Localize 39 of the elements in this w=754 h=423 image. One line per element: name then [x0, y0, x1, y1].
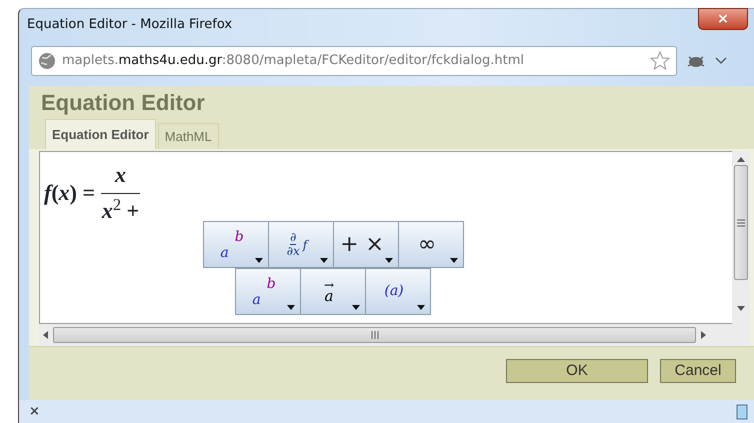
caret-icon: [255, 258, 263, 263]
palette-button[interactable]: a b: [235, 268, 301, 315]
cancel-button[interactable]: Cancel: [660, 358, 736, 382]
tab[interactable]: MathML: [158, 123, 219, 149]
horizontal-scrollbar[interactable]: [39, 324, 732, 346]
caret-icon: [417, 305, 425, 310]
window-title: Equation Editor - Mozilla Firefox: [27, 16, 232, 34]
tab[interactable]: Equation Editor: [45, 119, 156, 149]
vertical-scrollbar[interactable]: [732, 151, 750, 346]
caret-icon: [287, 305, 295, 310]
globe-icon: [38, 52, 56, 70]
caret-icon: [385, 258, 393, 263]
dialog-title: Equation Editor: [40, 89, 206, 117]
dropdown-icon[interactable]: [715, 56, 727, 64]
palette-button[interactable]: + ×: [333, 221, 399, 268]
palette-button[interactable]: (a): [365, 268, 431, 315]
equation-lhs: f(x) =: [44, 179, 96, 207]
star-icon[interactable]: [650, 51, 670, 70]
caret-icon: [320, 258, 328, 263]
palette-button[interactable]: → a: [300, 268, 366, 315]
grip-icon: [737, 218, 745, 228]
url-text: maplets.maths4u.edu.gr:8080/mapleta/FCKeditor/editor/fckdialog.html: [62, 52, 526, 70]
palette-button[interactable]: a b: [203, 221, 269, 268]
scroll-down-icon[interactable]: [737, 306, 745, 312]
scroll-up-icon[interactable]: [737, 157, 745, 163]
addon-bar-icon[interactable]: [736, 404, 748, 420]
scrollbar-thumb[interactable]: [734, 165, 748, 280]
scrollbar-thumb[interactable]: [53, 327, 696, 343]
fraction-numerator: x: [101, 158, 140, 194]
palette-button[interactable]: ∞: [398, 221, 464, 268]
scroll-left-icon[interactable]: [43, 331, 49, 339]
close-status-icon[interactable]: ×: [29, 402, 40, 422]
fraction-denominator: x$^{2}$ +: [102, 194, 140, 225]
ok-button[interactable]: OK: [506, 358, 648, 382]
caret-icon: [450, 258, 458, 263]
scroll-right-icon[interactable]: [700, 331, 706, 339]
address-field[interactable]: maplets.maths4u.edu.gr:8080/mapleta/FCKeditor/editor/fckdialog.html: [31, 46, 677, 76]
caret-icon: [352, 305, 360, 310]
grip-icon: [370, 331, 380, 339]
